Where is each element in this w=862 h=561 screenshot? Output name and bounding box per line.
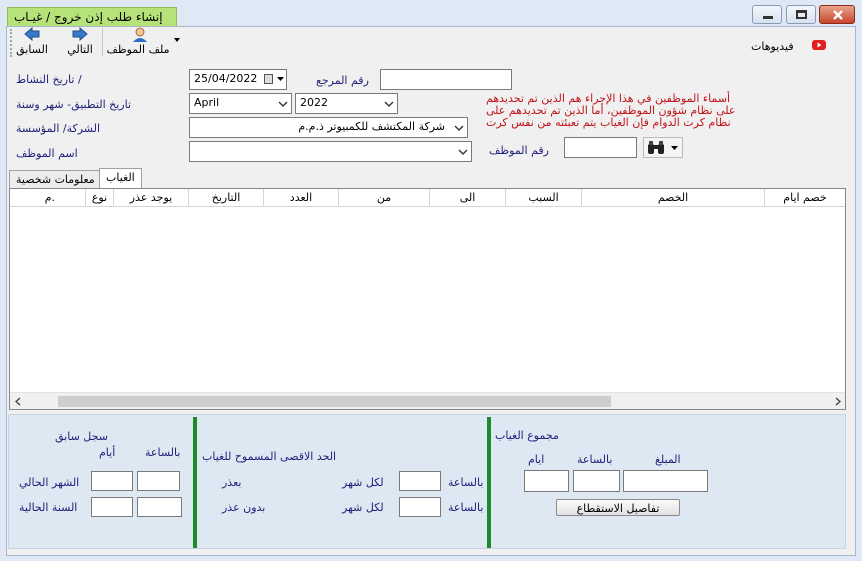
chevron-left-icon[interactable]: [14, 397, 22, 406]
activity-date-label: / تاريخ النشاط: [16, 73, 82, 86]
current-month-label: الشهر الحالي: [19, 476, 80, 489]
col-type[interactable]: نوع: [85, 189, 113, 207]
close-icon: [833, 10, 843, 20]
employee-file-label: ملف الموظف: [106, 43, 170, 56]
youtube-icon[interactable]: [812, 40, 826, 50]
month-value: April: [194, 96, 220, 109]
horizontal-scrollbar[interactable]: [10, 392, 845, 409]
company-select[interactable]: شركة المكتشف للكمبيوتر ذ.م.م: [189, 117, 468, 138]
chevron-down-icon: [454, 125, 464, 131]
col-date[interactable]: التاريخ: [188, 189, 263, 207]
col-index[interactable]: م.: [10, 189, 85, 207]
col-to[interactable]: الى: [429, 189, 505, 207]
dropdown-arrow-icon[interactable]: [174, 38, 180, 42]
total-amount-label: المبلغ: [655, 453, 681, 466]
summary-panel: سجل سابق بالساعة أيام الشهر الحالي السنة…: [8, 414, 846, 549]
col-count[interactable]: العدد: [263, 189, 338, 207]
current-year-label: السنة الحالية: [19, 501, 78, 514]
employee-search-button[interactable]: [643, 137, 683, 158]
absence-total-title: مجموع الغياب: [495, 429, 559, 442]
with-excuse-label: بعذر: [222, 476, 242, 489]
grid-header: خصم ايام الخصم السبب الى من العدد التاري…: [10, 189, 845, 207]
minimize-icon: [763, 16, 773, 19]
calendar-icon[interactable]: [264, 74, 273, 84]
minimize-button[interactable]: [752, 5, 782, 24]
year-select[interactable]: 2022: [295, 93, 398, 114]
per-month-label-2: لكل شهر: [342, 501, 384, 514]
without-excuse-label: بدون عذر: [222, 501, 266, 514]
max-without-excuse-box[interactable]: [399, 497, 441, 517]
employee-file-button[interactable]: ملف الموظف: [106, 27, 180, 61]
binoculars-icon: [648, 141, 664, 154]
current-year-days-box[interactable]: [91, 497, 133, 517]
deduction-details-button[interactable]: تفاصيل الاستقطاع: [556, 499, 680, 516]
chevron-down-icon: [384, 101, 394, 107]
maximize-button[interactable]: [786, 5, 816, 24]
previous-record-title: سجل سابق: [55, 430, 108, 443]
max-with-excuse-box[interactable]: [399, 471, 441, 491]
apply-date-label: تاريخ التطبيق- شهر وسنة: [16, 98, 132, 111]
year-value: 2022: [300, 96, 328, 109]
col-has-excuse[interactable]: يوجد عذر: [113, 189, 188, 207]
activity-date-value: 25/04/2022: [194, 72, 258, 85]
col-from[interactable]: من: [338, 189, 429, 207]
hourly-label-2: بالساعة: [448, 501, 484, 514]
window-title: إنشاء طلب إذن خروج / غيـاب: [7, 7, 177, 27]
employee-name-label: اسم الموظف: [16, 147, 78, 160]
next-button[interactable]: التالي: [62, 27, 98, 61]
employee-no-input[interactable]: [564, 137, 637, 158]
absence-grid[interactable]: خصم ايام الخصم السبب الى من العدد التاري…: [9, 188, 846, 410]
employee-no-label: رقم الموظف: [489, 144, 549, 157]
total-days-label: ايام: [528, 453, 545, 466]
maximize-icon: [796, 10, 807, 19]
chevron-down-icon: [458, 149, 468, 155]
user-icon: [133, 27, 147, 42]
next-label: التالي: [67, 43, 93, 56]
current-month-hours-box[interactable]: [137, 471, 180, 491]
chevron-right-icon[interactable]: [834, 397, 842, 406]
activity-date-picker[interactable]: 25/04/2022: [189, 69, 287, 90]
current-year-hours-box[interactable]: [137, 497, 182, 517]
max-allowed-title: الحد الاقصى المسموح للغياب: [202, 450, 337, 463]
employee-name-select[interactable]: [189, 141, 472, 162]
arrow-right-icon: [72, 27, 88, 41]
col-deduction-days[interactable]: خصم ايام: [764, 189, 845, 207]
previous-label: السابق: [16, 43, 48, 56]
total-amount-box[interactable]: [623, 470, 708, 492]
note-line-3: نظام كرت الدوام فإن الغياب يتم تعبئته من…: [486, 116, 731, 129]
chevron-down-icon[interactable]: [277, 77, 284, 81]
previous-record-hours-label: بالساعة: [145, 446, 181, 459]
previous-button[interactable]: السابق: [16, 27, 48, 61]
scrollbar-thumb[interactable]: [58, 396, 611, 407]
per-month-label-1: لكل شهر: [342, 476, 384, 489]
tab-absence[interactable]: الغياب: [99, 168, 142, 189]
green-divider: [193, 417, 197, 548]
videos-label[interactable]: فيديوهات: [751, 40, 794, 53]
reference-no-label: رقم المرجع: [316, 74, 369, 87]
close-button[interactable]: [819, 5, 855, 24]
total-hours-box[interactable]: [573, 470, 620, 492]
green-divider: [487, 417, 491, 548]
arrow-left-icon: [24, 27, 40, 41]
tab-personal-info[interactable]: معلومات شخصية: [9, 170, 102, 189]
company-label: الشركة/ المؤسسة: [16, 122, 101, 135]
chevron-down-icon: [278, 101, 288, 107]
chevron-down-icon: [671, 146, 678, 150]
total-hours-label: بالساعة: [577, 453, 613, 466]
company-value: شركة المكتشف للكمبيوتر ذ.م.م: [298, 120, 445, 133]
reference-no-input[interactable]: [380, 69, 512, 90]
previous-record-days-label: أيام: [99, 446, 116, 459]
total-days-box[interactable]: [524, 470, 569, 492]
current-month-days-box[interactable]: [91, 471, 133, 491]
employees-note: أسماء الموظفين في هذا الإجراء هم الذين ت…: [486, 93, 770, 129]
col-deduction[interactable]: الخصم: [581, 189, 764, 207]
col-reason[interactable]: السبب: [505, 189, 581, 207]
month-select[interactable]: April: [189, 93, 292, 114]
toolbar-separator: [102, 28, 103, 56]
hourly-label-1: بالساعة: [448, 476, 484, 489]
toolbar-grip: [10, 29, 13, 57]
